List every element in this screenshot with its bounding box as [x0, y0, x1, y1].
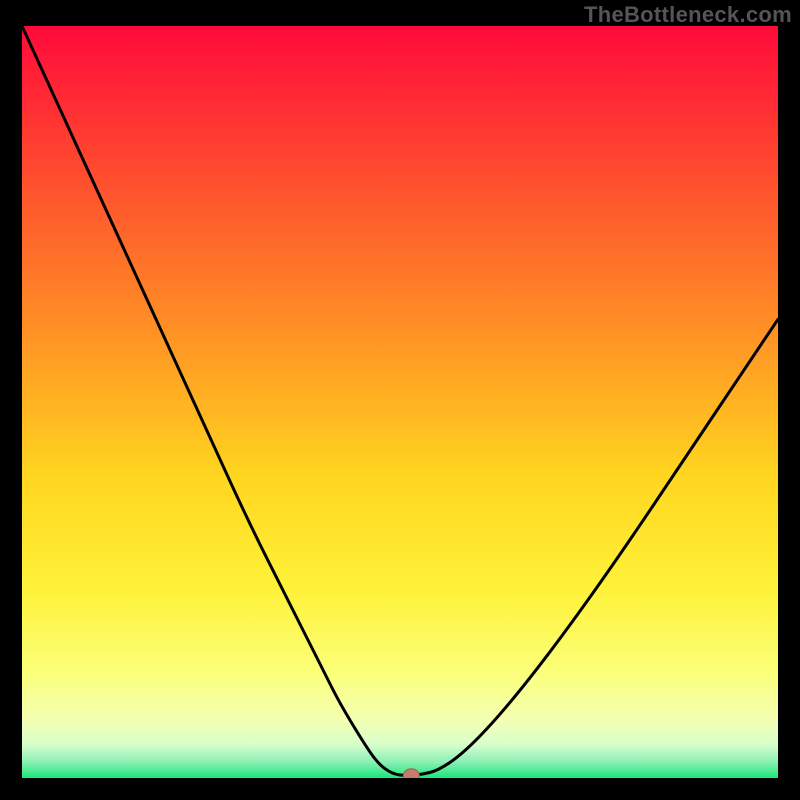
- optimal-point-marker: [403, 769, 419, 778]
- gradient-background: [22, 26, 778, 778]
- watermark-text: TheBottleneck.com: [584, 2, 792, 28]
- bottleneck-chart: [22, 26, 778, 778]
- chart-frame: TheBottleneck.com: [0, 0, 800, 800]
- plot-area: [22, 26, 778, 778]
